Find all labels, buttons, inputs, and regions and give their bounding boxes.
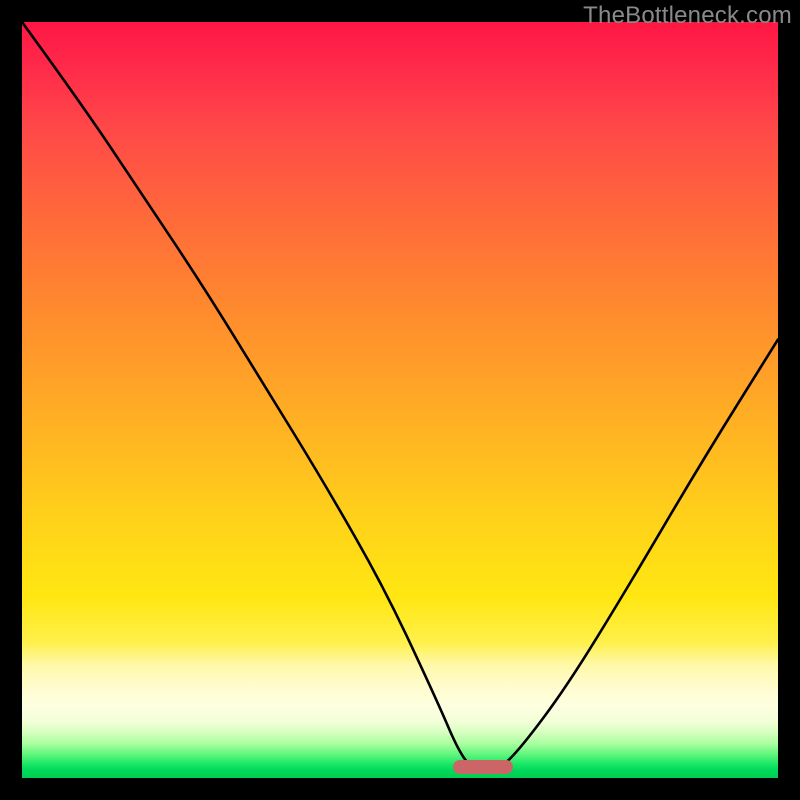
- plot-area: [22, 22, 778, 778]
- bottleneck-curve: [22, 22, 778, 778]
- optimum-marker: [453, 760, 513, 774]
- curve-path: [22, 22, 778, 770]
- watermark-text: TheBottleneck.com: [583, 2, 792, 30]
- chart-frame: TheBottleneck.com: [0, 0, 800, 800]
